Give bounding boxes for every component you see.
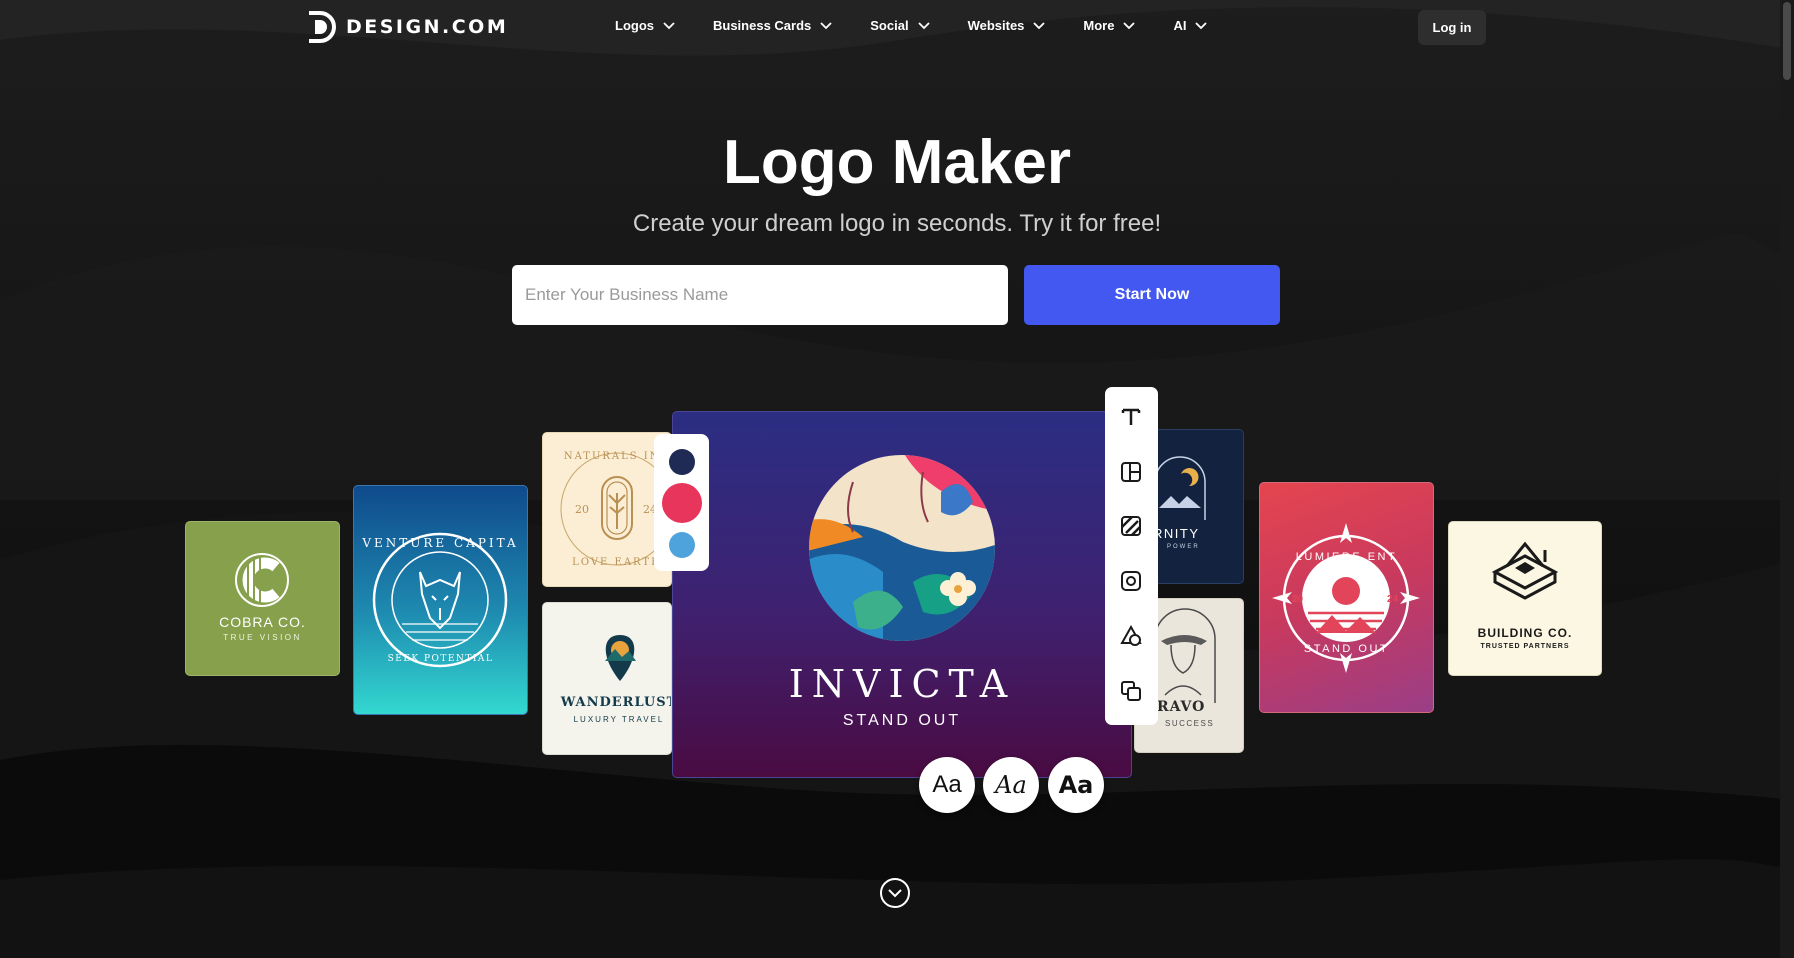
scrollbar-thumb[interactable] [1783,2,1791,80]
page-scrollbar[interactable] [1780,0,1794,958]
building-tagline: TRUSTED PARTNERS [1480,643,1570,650]
font-option-bold[interactable]: Aa [1048,757,1104,813]
start-now-button[interactable]: Start Now [1024,265,1280,325]
font-option-sans[interactable]: Aa [919,757,975,813]
isometric-house-icon [1491,541,1559,600]
color-swatch-blue[interactable] [669,532,695,558]
invicta-emblem-icon [809,455,995,641]
bravo-tagline: SUCCESS [1165,719,1215,728]
eternity-name: RNITY [1153,526,1200,541]
chevron-down-icon [820,21,832,29]
logo-card-wanderlust[interactable]: WANDERLUST LUXURY TRAVEL [542,602,672,755]
page-title: Logo Maker [723,128,1071,197]
building-name: BUILDING CO. [1477,626,1573,640]
text-icon [1121,408,1141,425]
login-button[interactable]: Log in [1418,10,1486,45]
menu-business-cards-label: Business Cards [713,18,812,33]
chevron-down-icon [1033,21,1046,29]
menu-logos[interactable]: Logos [615,18,675,33]
menu-websites[interactable]: Websites [968,18,1046,33]
business-name-input[interactable] [512,265,1008,325]
wolf-emblem-icon [372,532,508,668]
venture-arc-text: VENTURE CAPITA [362,536,519,550]
frame-tool-button[interactable] [1117,567,1145,595]
main-menu: Logos Business Cards Social Websites Mor… [615,18,1245,33]
cobra-c-emblem-icon [235,553,289,607]
menu-business-cards[interactable]: Business Cards [713,18,832,33]
layout-tool-button[interactable] [1117,458,1145,486]
menu-ai[interactable]: AI [1173,18,1208,33]
menu-logos-label: Logos [615,18,654,33]
editor-toolbar [1105,387,1158,725]
menu-more-label: More [1083,18,1115,33]
page-subtitle: Create your dream logo in seconds. Try i… [632,210,1162,237]
cobra-name: COBRA CO. [219,614,306,630]
menu-websites-label: Websites [967,18,1025,33]
layers-icon [1121,681,1141,701]
lumiere-arc-bottom: STAND OUT [1303,643,1390,655]
pattern-icon [1121,516,1141,536]
lumiere-arc-top: LUMIERE ENT [1295,551,1398,563]
wanderlust-name: WANDERLUST [560,695,672,710]
menu-social-label: Social [870,18,909,33]
wanderlust-tagline: LUXURY TRAVEL [573,715,665,724]
chevron-down-icon [663,21,675,29]
cobra-tagline: TRUE VISION [223,633,302,642]
bravo-name: RAVO [1157,699,1206,715]
logo-card-cobra[interactable]: COBRA CO. TRUE VISION [185,521,340,676]
menu-social[interactable]: Social [870,18,930,33]
eternity-tagline: POWER [1167,544,1200,550]
layout-icon [1121,462,1141,482]
logo-card-invicta[interactable]: INVICTA STAND OUT [672,411,1132,778]
color-swatch-pink[interactable] [662,483,702,523]
font-option-script[interactable]: Aa [983,757,1039,813]
chevron-down-icon [1123,21,1136,29]
pattern-tool-button[interactable] [1117,512,1145,540]
lumiere-year-left: 20 [1292,594,1304,605]
chevron-down-icon [1195,21,1208,29]
invicta-name: INVICTA [788,662,1016,706]
layers-tool-button[interactable] [1117,677,1145,705]
map-pin-mountain-icon [605,635,636,681]
menu-more[interactable]: More [1083,18,1136,33]
shapes-icon [1120,625,1142,646]
shapes-tool-button[interactable] [1117,622,1145,650]
frame-icon [1121,571,1141,591]
design-com-logo-icon [309,11,336,43]
top-navigation: DESIGN.COM Logos Business Cards Social W… [0,0,1780,56]
logo-card-building[interactable]: BUILDING CO. TRUSTED PARTNERS [1448,521,1602,676]
venture-bottom-text: SEEK POTENTIAL [387,654,494,664]
logo-card-venture-capital[interactable]: VENTURE CAPITA SEEK POTENTIAL [353,485,528,715]
compass-sun-emblem-icon [1272,523,1420,673]
lumiere-year-right: 24 [1387,594,1399,605]
color-swatch-navy[interactable] [669,449,695,475]
logo-card-lumiere[interactable]: LUMIERE ENT STAND OUT 20 24 [1259,482,1434,713]
logo-card-naturals[interactable]: NATURALS INC LOVE EARTH 20 24 [542,432,672,587]
brand-logo[interactable]: DESIGN.COM [306,10,508,44]
naturals-year-left: 20 [575,503,589,516]
brand-name: DESIGN.COM [346,16,509,38]
menu-ai-label: AI [1173,18,1187,33]
scroll-down-chevron-icon[interactable] [879,877,911,909]
invicta-tagline: STAND OUT [842,712,962,729]
text-tool-button[interactable] [1117,403,1145,431]
chevron-down-icon [917,21,930,29]
color-palette [654,434,709,571]
